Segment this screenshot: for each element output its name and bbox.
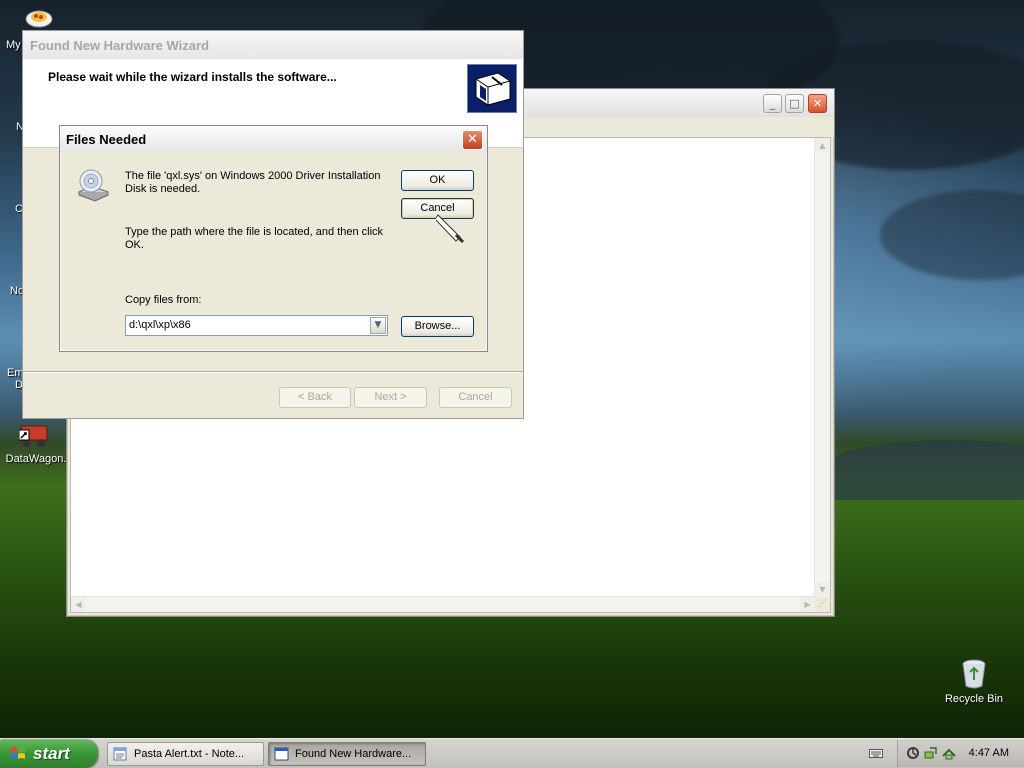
cd-drive-icon <box>76 168 110 202</box>
desktop-icon-label-partial: My <box>6 39 21 51</box>
copy-files-from-label: Copy files from: <box>125 294 202 306</box>
copy-files-from-value[interactable]: d:\qxl\xp\x86 <box>129 319 191 331</box>
mouse-pointer-icon <box>434 213 465 244</box>
start-button[interactable]: start <box>0 740 97 768</box>
wizard-separator <box>23 371 523 373</box>
files-needed-message: The file 'qxl.sys' on Windows 2000 Drive… <box>125 170 381 195</box>
minimize-button[interactable]: _ <box>763 94 782 113</box>
safely-remove-hardware-icon[interactable] <box>942 746 956 760</box>
keyboard-icon[interactable] <box>869 747 883 759</box>
resize-grip-icon[interactable]: ⋰ <box>815 597 830 612</box>
scroll-down-icon[interactable]: ▼ <box>815 582 830 597</box>
horizontal-scrollbar[interactable]: ◀ ▶ <box>71 596 815 612</box>
desktop-icon-datawagon[interactable]: DataWagon. <box>0 420 72 465</box>
system-tray: 4:47 AM <box>897 740 1024 767</box>
wizard-cancel-button[interactable]: Cancel <box>439 387 512 408</box>
hardware-tray-icon[interactable] <box>924 746 938 760</box>
taskbar-item-label: Pasta Alert.txt - Note... <box>134 748 245 760</box>
network-icon[interactable] <box>906 746 920 760</box>
sky-cloud <box>880 190 1024 280</box>
notepad-icon <box>113 747 128 761</box>
taskbar-item-label: Found New Hardware... <box>295 748 412 760</box>
window-icon <box>274 747 289 761</box>
wizard-titlebar[interactable]: Found New Hardware Wizard <box>23 31 523 59</box>
files-needed-dialog[interactable]: Files Needed ✕ The file 'qxl.sys' on Win… <box>59 125 488 352</box>
windows-logo-icon <box>10 746 26 762</box>
taskbar-item-notepad[interactable]: Pasta Alert.txt - Note... <box>107 742 264 766</box>
pasta-icon[interactable] <box>24 6 54 28</box>
close-icon[interactable]: ✕ <box>462 130 483 150</box>
vertical-scrollbar[interactable]: ▲ ▼ <box>814 138 830 597</box>
scroll-left-icon[interactable]: ◀ <box>71 597 86 612</box>
chevron-down-icon[interactable]: ▼ <box>370 317 386 334</box>
files-needed-title: Files Needed <box>66 132 147 147</box>
taskbar: start Pasta Alert.txt - Note... Found Ne… <box>0 738 1024 768</box>
files-needed-titlebar[interactable]: Files Needed ✕ <box>60 126 487 153</box>
browse-button[interactable]: Browse... <box>401 316 474 337</box>
recycle-bin-icon <box>959 658 989 690</box>
clock: 4:47 AM <box>968 747 1009 759</box>
wizard-heading: Please wait while the wizard installs th… <box>48 70 337 84</box>
desktop-icon-label: DataWagon. <box>5 453 67 465</box>
copy-files-from-combobox[interactable]: d:\qxl\xp\x86 ▼ <box>125 315 388 336</box>
next-button[interactable]: Next > <box>354 387 427 408</box>
back-button[interactable]: < Back <box>279 387 351 408</box>
start-label: start <box>33 744 70 763</box>
files-needed-instruction: Type the path where the file is located,… <box>125 226 384 251</box>
scroll-up-icon[interactable]: ▲ <box>815 138 830 153</box>
datawagon-icon <box>18 420 53 450</box>
wizard-title: Found New Hardware Wizard <box>30 38 210 53</box>
scroll-right-icon[interactable]: ▶ <box>800 597 815 612</box>
ok-button[interactable]: OK <box>401 170 474 191</box>
maximize-button[interactable]: □ <box>785 94 804 113</box>
desktop-icon-recycle-bin[interactable]: Recycle Bin <box>938 658 1010 705</box>
distant-hill <box>820 440 1024 500</box>
taskbar-item-found-new-hardware[interactable]: Found New Hardware... <box>268 742 426 766</box>
desktop-icon-label: Recycle Bin <box>944 693 1004 705</box>
hardware-install-icon <box>467 64 517 113</box>
close-button[interactable]: ✕ <box>808 94 827 113</box>
